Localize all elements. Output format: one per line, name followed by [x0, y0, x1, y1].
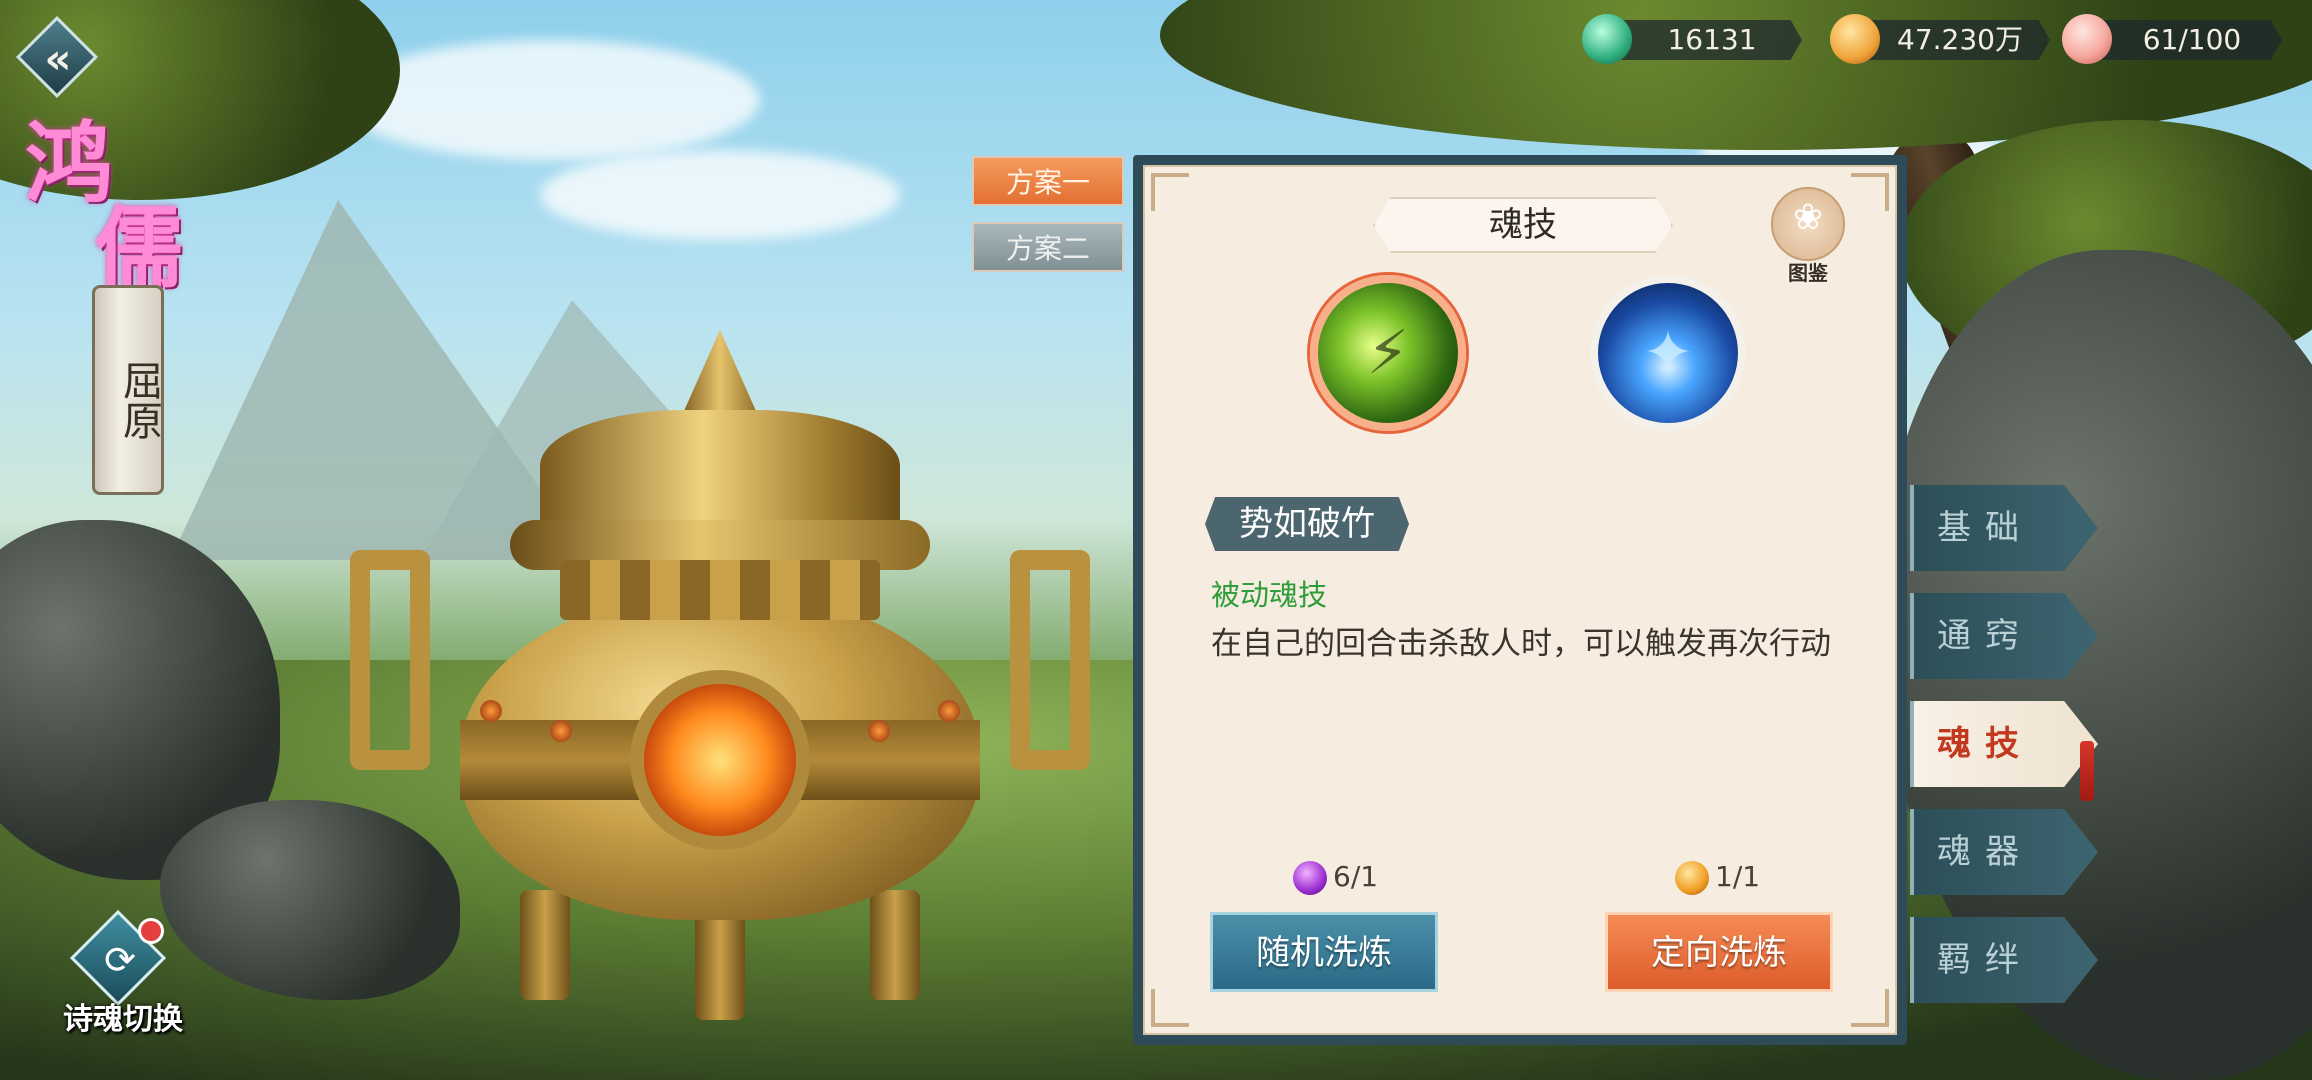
soul-switch-label: 诗魂切换	[63, 1002, 183, 1037]
currency-gold: 47.230万	[1830, 14, 2050, 64]
dash-strike-icon: ⚡	[1366, 318, 1410, 388]
directed-refine-button[interactable]: 定向洗炼	[1605, 912, 1833, 992]
panel-corner	[1151, 173, 1189, 211]
soul-switch-button[interactable]: ⟳ 诗魂切换	[48, 909, 198, 1038]
notification-dot	[138, 918, 164, 944]
cauldron-gem	[938, 700, 960, 722]
panel-corner	[1851, 989, 1889, 1027]
currency-value: 16131	[1667, 23, 1757, 56]
cauldron-leg	[520, 890, 570, 1000]
double-chevron-left-icon: «	[44, 33, 72, 83]
cloud	[540, 150, 900, 240]
codex-button[interactable]: ❀ 图鉴	[1765, 187, 1851, 285]
lotus-icon: ❀	[1792, 197, 1824, 238]
peach-icon	[2062, 14, 2112, 64]
cauldron-neck	[560, 560, 880, 620]
cauldron-handle	[1010, 550, 1090, 770]
cauldron-illustration	[350, 330, 1090, 1020]
hero-name-scroll: 屈原	[92, 285, 164, 495]
currency-peach: 61/100	[2062, 14, 2282, 64]
cauldron-gem	[550, 720, 572, 742]
skill-slot-2[interactable]: ✦	[1590, 275, 1746, 431]
currency-value: 47.230万	[1897, 23, 2023, 56]
tab-bonds[interactable]: 羁绊	[1910, 917, 2098, 1003]
panel-title: 魂技	[1373, 197, 1673, 253]
tab-soul-artifact[interactable]: 魂器	[1910, 809, 2098, 895]
hero-name: 屈原	[116, 360, 162, 440]
tab-basic[interactable]: 基础	[1910, 485, 2098, 571]
tab-label: 通窍	[1937, 616, 2033, 656]
panel-corner	[1851, 173, 1889, 211]
plan-tab-1[interactable]: 方案一	[972, 156, 1124, 206]
currency-value: 61/100	[2142, 23, 2242, 56]
random-refine-cost-value: 6/1	[1333, 860, 1379, 893]
currency-jade: 16131	[1582, 14, 1802, 64]
random-refine-cost: 6/1	[1293, 857, 1378, 897]
tab-label: 羁绊	[1937, 940, 2033, 980]
tab-soul-skill[interactable]: 魂技	[1910, 701, 2098, 801]
tab-label: 魂技	[1937, 724, 2033, 764]
back-button[interactable]: «	[15, 15, 100, 100]
skill-name-plate: 势如破竹	[1205, 497, 1409, 551]
purple-gem-icon	[1293, 861, 1327, 895]
soul-skill-panel-content: 魂技 ❀ 图鉴 ⚡ ✦ 势如破竹 被动魂技 在自己的回合击杀敌人时，可以触发再次…	[1143, 165, 1897, 1035]
skill-description: 在自己的回合击杀敌人时，可以触发再次行动	[1211, 626, 1831, 662]
cauldron-leg	[870, 890, 920, 1000]
hero-title-char: 儒	[95, 196, 184, 300]
random-refine-button[interactable]: 随机洗炼	[1210, 912, 1438, 992]
gold-gem-icon	[1675, 861, 1709, 895]
directed-refine-cost: 1/1	[1675, 857, 1760, 897]
plan-tab-2[interactable]: 方案二	[972, 222, 1124, 272]
skill-type: 被动魂技	[1211, 578, 1328, 612]
tassel-icon	[2080, 741, 2094, 801]
cauldron-gem	[868, 720, 890, 742]
cauldron-leg	[695, 910, 745, 1020]
cloud	[340, 40, 760, 160]
tab-tongqiao[interactable]: 通窍	[1910, 593, 2098, 679]
cauldron-gem	[480, 700, 502, 722]
directed-refine-cost-value: 1/1	[1715, 860, 1761, 893]
tab-label: 魂器	[1937, 832, 2033, 872]
skill-slot-1[interactable]: ⚡	[1310, 275, 1466, 431]
cauldron-handle	[350, 550, 430, 770]
cauldron-fire-window	[630, 670, 810, 850]
panel-corner	[1151, 989, 1189, 1027]
jade-icon	[1582, 14, 1632, 64]
soul-skill-panel: 魂技 ❀ 图鉴 ⚡ ✦ 势如破竹 被动魂技 在自己的回合击杀敌人时，可以触发再次…	[1133, 155, 1907, 1045]
cauldron-lid-tip	[680, 330, 760, 420]
gold-ingot-icon	[1830, 14, 1880, 64]
tab-label: 基础	[1937, 508, 2033, 548]
spirit-aura-icon: ✦	[1642, 318, 1694, 388]
codex-label: 图鉴	[1788, 261, 1828, 285]
